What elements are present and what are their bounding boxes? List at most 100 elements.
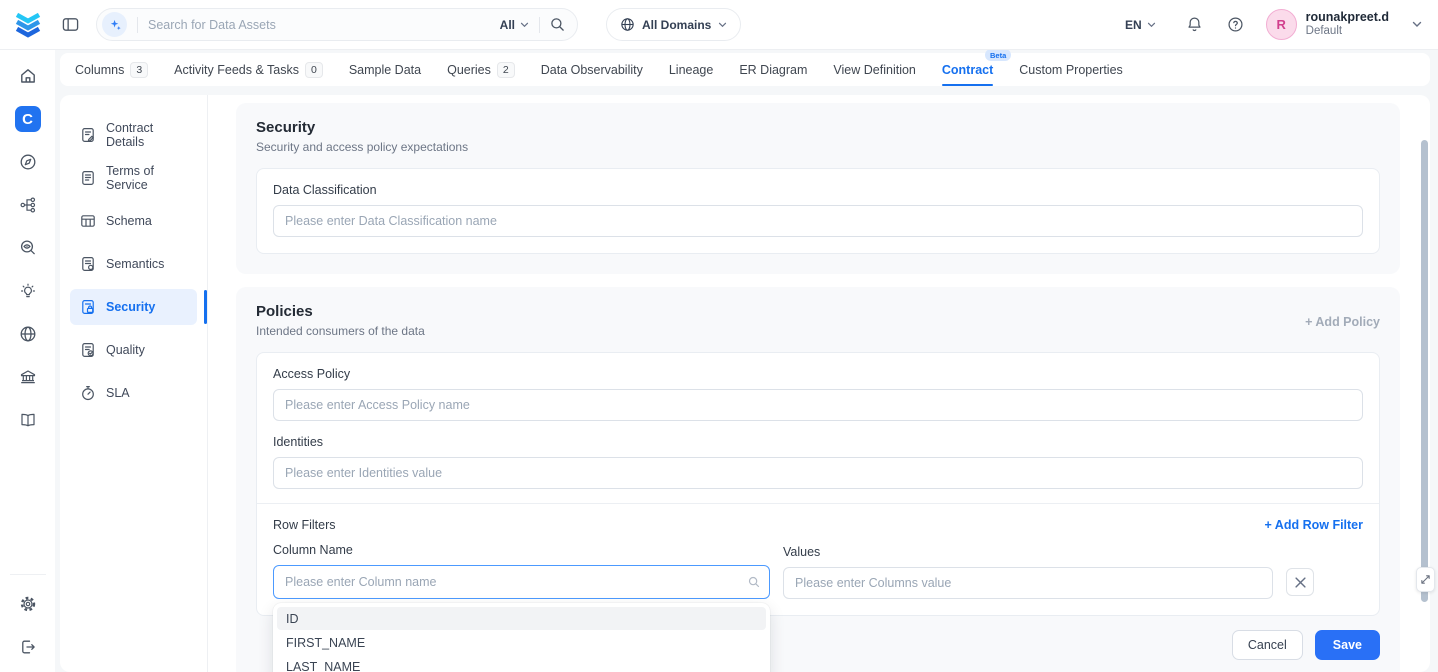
- save-button[interactable]: Save: [1315, 630, 1380, 660]
- domains-globe-icon[interactable]: [11, 321, 45, 347]
- vertical-scrollbar[interactable]: [1421, 140, 1428, 602]
- chevron-down-icon: [718, 22, 727, 28]
- home-icon[interactable]: [11, 63, 45, 89]
- data-classification-input[interactable]: [273, 205, 1363, 237]
- contract-nav-item-sla[interactable]: SLA: [70, 375, 197, 411]
- search-icon: [748, 576, 760, 588]
- stopwatch-icon: [80, 385, 96, 401]
- contract-nav-item-terms-of-service[interactable]: Terms of Service: [70, 160, 197, 196]
- column-name-input[interactable]: [273, 565, 770, 599]
- contract-nav-label: Security: [106, 300, 155, 314]
- resize-handle-icon[interactable]: [1416, 567, 1435, 592]
- explore-compass-icon[interactable]: [11, 149, 45, 175]
- cancel-button[interactable]: Cancel: [1232, 630, 1303, 660]
- all-domains-button[interactable]: All Domains: [606, 8, 741, 41]
- tab-sample-data[interactable]: Sample Data: [349, 53, 421, 86]
- top-navigation: Search for Data Assets All All Domains E…: [0, 0, 1438, 50]
- policies-section-card: Policies Intended consumers of the data …: [236, 287, 1400, 672]
- divider: [539, 17, 540, 33]
- remove-row-filter-button[interactable]: [1286, 568, 1314, 596]
- main-panel: Security Security and access policy expe…: [208, 95, 1430, 672]
- contract-nav-item-security[interactable]: Security: [70, 289, 197, 325]
- knowledge-center-book-icon[interactable]: [11, 407, 45, 433]
- dropdown-option-id[interactable]: ID: [277, 607, 766, 630]
- chevron-down-icon: [1147, 22, 1156, 28]
- tab-label: Data Observability: [541, 63, 643, 77]
- tab-label: Contract: [942, 63, 993, 77]
- tab-data-observability[interactable]: Data Observability: [541, 53, 643, 86]
- search-scope-dropdown[interactable]: All: [500, 18, 529, 32]
- divider: [137, 17, 138, 33]
- policy-card: Access Policy Identities Row Filters + A…: [256, 352, 1380, 616]
- document-check-icon: [80, 342, 96, 358]
- user-menu[interactable]: R rounakpreet.d Default: [1266, 9, 1422, 40]
- search-icon[interactable]: [550, 17, 565, 32]
- tab-count-badge: 3: [130, 62, 148, 78]
- tab-label: ER Diagram: [739, 63, 807, 77]
- language-value: EN: [1125, 18, 1142, 32]
- access-policy-input[interactable]: [273, 389, 1363, 421]
- data-classification-card: Data Classification: [256, 168, 1380, 254]
- tab-activity-feeds-tasks[interactable]: Activity Feeds & Tasks0: [174, 53, 323, 86]
- contract-nav-label: SLA: [106, 386, 130, 400]
- lineage-flow-icon[interactable]: [11, 192, 45, 218]
- policies-subtitle: Intended consumers of the data: [256, 324, 425, 338]
- policies-title: Policies: [256, 303, 425, 320]
- brand-logo[interactable]: [12, 9, 44, 41]
- row-filters-title: Row Filters: [273, 518, 336, 532]
- tab-label: Sample Data: [349, 63, 421, 77]
- document-list-icon: [80, 170, 96, 186]
- document-lock-icon: [80, 299, 96, 315]
- tab-queries[interactable]: Queries 2: [447, 53, 515, 86]
- tab-label: View Definition: [833, 63, 915, 77]
- contract-content-card: Contract Details Terms of Service Schema Se…: [60, 95, 1430, 672]
- notifications-bell-icon[interactable]: [1186, 16, 1203, 33]
- tab-view-definition[interactable]: View Definition: [833, 53, 915, 86]
- document-edit-icon: [80, 127, 96, 143]
- help-icon[interactable]: [1227, 16, 1244, 33]
- ai-sparkle-icon[interactable]: [102, 12, 127, 37]
- settings-gear-icon[interactable]: [11, 591, 45, 617]
- tab-contract[interactable]: ContractBeta: [942, 53, 993, 86]
- logout-icon[interactable]: [11, 634, 45, 660]
- tab-label: Queries: [447, 63, 491, 77]
- globe-icon: [620, 17, 635, 32]
- contract-nav-item-quality[interactable]: Quality: [70, 332, 197, 368]
- tab-er-diagram[interactable]: ER Diagram: [739, 53, 807, 86]
- chevron-down-icon: [520, 22, 529, 28]
- dropdown-option-first-name[interactable]: FIRST_NAME: [277, 631, 766, 654]
- insights-lightbulb-icon[interactable]: [11, 278, 45, 304]
- search-input[interactable]: Search for Data Assets: [148, 18, 500, 32]
- contract-nav-label: Schema: [106, 214, 152, 228]
- governance-bank-icon[interactable]: [11, 364, 45, 390]
- sidebar-toggle-icon[interactable]: [62, 16, 79, 33]
- avatar: R: [1266, 9, 1297, 40]
- dropdown-option-last-name[interactable]: LAST_NAME: [277, 655, 766, 672]
- add-row-filter-button[interactable]: + Add Row Filter: [1265, 518, 1364, 532]
- collate-app-icon[interactable]: C: [11, 106, 45, 132]
- access-policy-label: Access Policy: [273, 367, 1363, 381]
- contract-section-nav: Contract Details Terms of Service Schema Se…: [60, 95, 208, 672]
- tab-count-badge: 2: [497, 62, 515, 78]
- tab-custom-properties[interactable]: Custom Properties: [1019, 53, 1123, 86]
- contract-nav-item-contract-details[interactable]: Contract Details: [70, 117, 197, 153]
- tab-label: Lineage: [669, 63, 714, 77]
- tab-lineage[interactable]: Lineage: [669, 53, 714, 86]
- observability-search-eye-icon[interactable]: [11, 235, 45, 261]
- document-tag-icon: [80, 256, 96, 272]
- global-search[interactable]: Search for Data Assets All: [96, 8, 578, 41]
- contract-nav-item-schema[interactable]: Schema: [70, 203, 197, 239]
- contract-nav-label: Terms of Service: [106, 164, 187, 192]
- tab-columns[interactable]: Columns3: [75, 53, 148, 86]
- identities-input[interactable]: [273, 457, 1363, 489]
- security-section-card: Security Security and access policy expe…: [236, 103, 1400, 274]
- security-subtitle: Security and access policy expectations: [256, 140, 1380, 154]
- add-policy-button[interactable]: + Add Policy: [1305, 315, 1380, 329]
- tab-label: Custom Properties: [1019, 63, 1123, 77]
- contract-nav-item-semantics[interactable]: Semantics: [70, 246, 197, 282]
- data-classification-label: Data Classification: [273, 183, 1363, 197]
- values-input[interactable]: [783, 567, 1273, 599]
- contract-nav-label: Contract Details: [106, 121, 187, 149]
- identities-label: Identities: [273, 435, 1363, 449]
- language-selector[interactable]: EN: [1125, 18, 1156, 32]
